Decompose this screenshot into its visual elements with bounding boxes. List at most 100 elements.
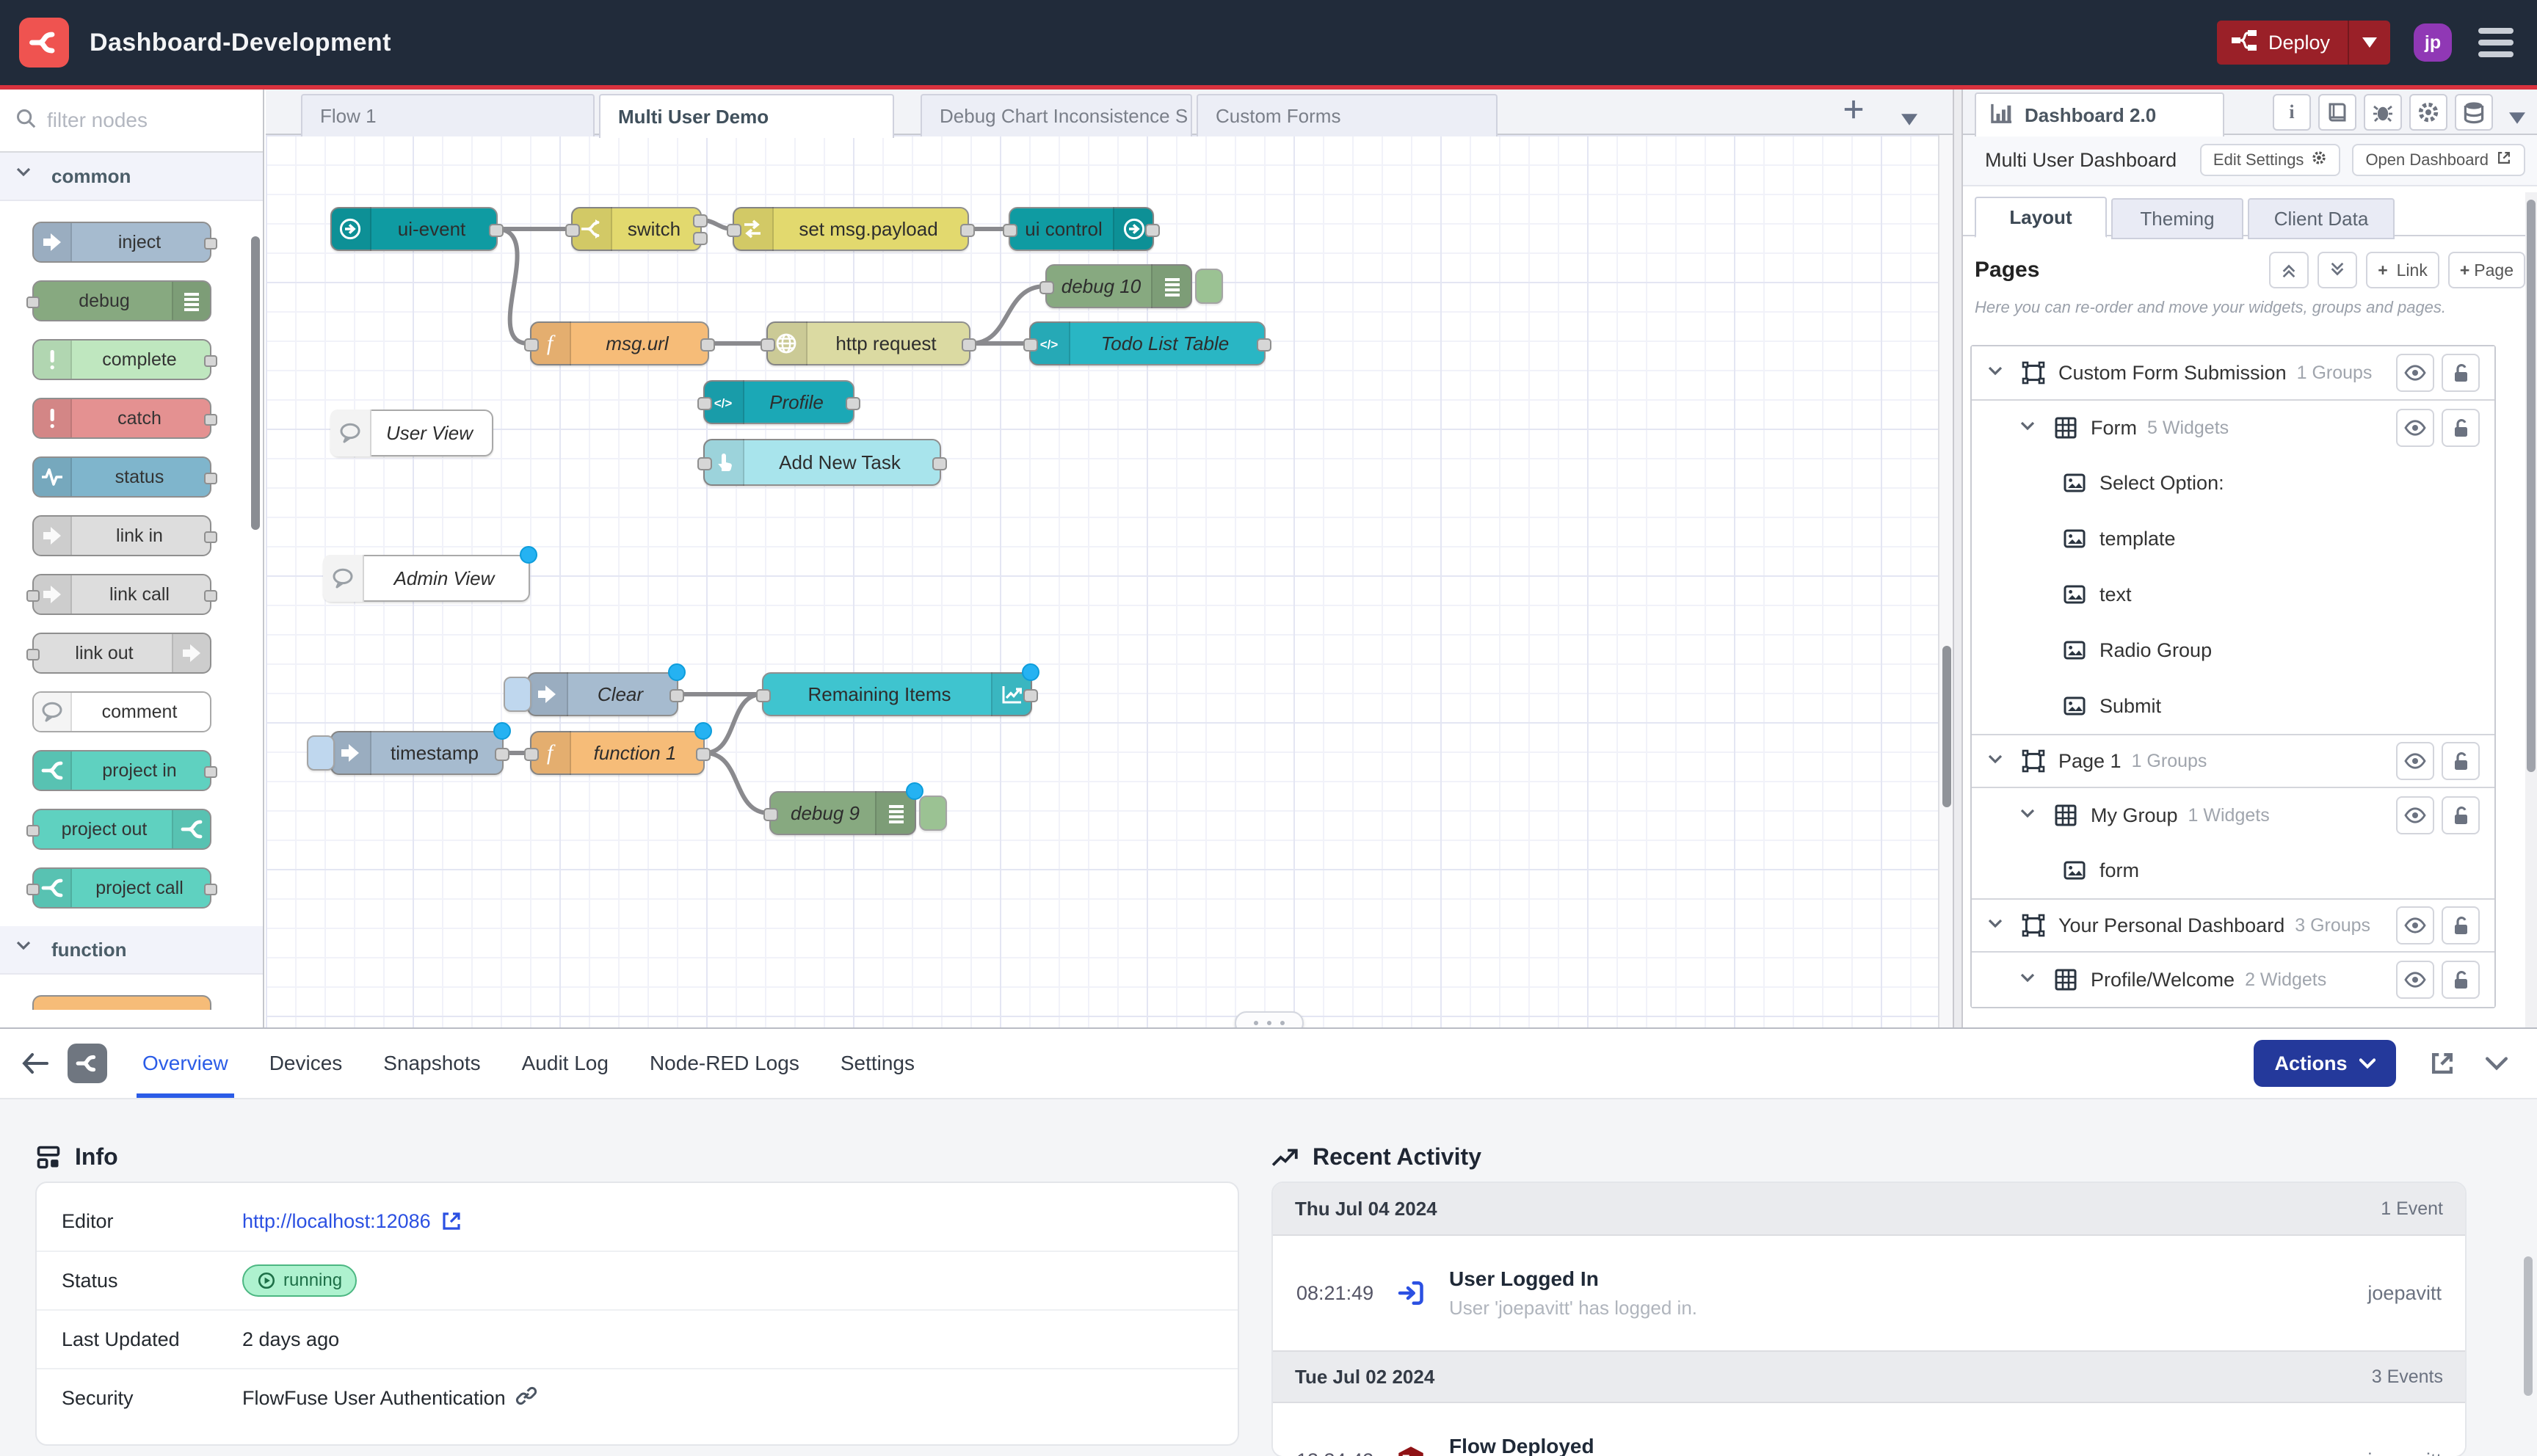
unlock-icon[interactable]	[2442, 354, 2480, 392]
palette-node-complete[interactable]: complete	[32, 339, 211, 380]
editor-link[interactable]: http://localhost:12086	[242, 1209, 463, 1233]
flow-tab-Flow-1[interactable]: Flow 1	[301, 94, 595, 136]
node-output-port[interactable]	[1023, 689, 1038, 702]
add-flow-button[interactable]	[1843, 98, 1865, 126]
gear-icon[interactable]	[2409, 94, 2447, 131]
open-editor-icon[interactable]	[2428, 1049, 2456, 1077]
node-output-port[interactable]	[693, 214, 708, 228]
flow-tab-Debug-Chart-Inconsistence-S[interactable]: Debug Chart Inconsistence S	[921, 94, 1192, 136]
sidebar-panel-caret[interactable]	[2509, 103, 2525, 130]
unlock-icon[interactable]	[2442, 796, 2480, 834]
edit-settings-button[interactable]: Edit Settings	[2200, 144, 2341, 176]
palette-node-inject[interactable]: inject	[32, 222, 211, 263]
main-menu-icon[interactable]	[2478, 28, 2514, 57]
node-input-port[interactable]	[26, 590, 40, 602]
tree-row-select-option-[interactable]: Select Option:	[1972, 455, 2494, 511]
flow-node-admin-view[interactable]: Admin View	[323, 555, 530, 602]
bottom-scrollbar[interactable]	[2524, 1256, 2533, 1396]
tab-audit-log[interactable]: Audit Log	[501, 1029, 629, 1098]
back-arrow-icon[interactable]	[21, 1050, 50, 1077]
flow-tab-Custom-Forms[interactable]: Custom Forms	[1197, 94, 1498, 136]
flow-node-todo-list-table[interactable]: </>Todo List Table	[1029, 321, 1266, 365]
node-input-port[interactable]	[26, 884, 40, 895]
palette-node-status[interactable]: status	[32, 456, 211, 498]
node-output-port[interactable]	[204, 766, 217, 778]
chevron-down-icon[interactable]	[2019, 804, 2042, 827]
node-output-port[interactable]	[700, 338, 715, 352]
tab-client-data[interactable]: Client Data	[2248, 198, 2395, 239]
node-input-port[interactable]	[524, 748, 539, 761]
tab-overview[interactable]: Overview	[122, 1029, 249, 1098]
tree-row-your-personal-dashboard[interactable]: Your Personal Dashboard3 Groups	[1972, 898, 2494, 951]
sidebar-scrollbar[interactable]	[2525, 192, 2537, 1027]
activity-event-row[interactable]: 13:34:42 Flow Deployed Deploy type 'full…	[1273, 1403, 2465, 1456]
flow-tab-Multi-User-Demo[interactable]: Multi User Demo	[599, 94, 894, 138]
debug-toggle-button[interactable]	[919, 796, 947, 831]
flow-node-timestamp[interactable]: timestamp	[330, 731, 504, 775]
flow-node-user-view[interactable]: User View	[330, 410, 493, 456]
node-output-port[interactable]	[204, 884, 217, 895]
tree-row-submit[interactable]: Submit	[1972, 678, 2494, 734]
node-output-port[interactable]	[693, 232, 708, 245]
node-input-port[interactable]	[1023, 338, 1038, 352]
node-output-port[interactable]	[204, 590, 217, 602]
tab-theming[interactable]: Theming	[2111, 198, 2243, 239]
flow-list-caret[interactable]	[1901, 104, 1917, 131]
flow-node-add-new-task[interactable]: Add New Task	[703, 439, 941, 486]
inject-button[interactable]	[307, 735, 335, 771]
tree-row-custom-form-submission[interactable]: Custom Form Submission1 Groups	[1972, 346, 2494, 399]
chevron-down-icon[interactable]	[1986, 361, 2010, 385]
tree-row-form[interactable]: Form5 Widgets	[1972, 399, 2494, 455]
info-icon[interactable]: i	[2273, 94, 2311, 131]
palette-node-project-out[interactable]: project out	[32, 809, 211, 850]
node-input-port[interactable]	[26, 296, 40, 308]
palette-node-debug[interactable]: debug	[32, 280, 211, 321]
node-input-port[interactable]	[763, 808, 778, 821]
flow-node-http-request[interactable]: http request	[766, 321, 970, 365]
tree-row-page-1[interactable]: Page 11 Groups	[1972, 734, 2494, 787]
palette-node-project-call[interactable]: project call	[32, 867, 211, 909]
add-link-button[interactable]: +Link	[2366, 252, 2439, 288]
node-output-port[interactable]	[495, 748, 509, 761]
tree-row-form[interactable]: form	[1972, 842, 2494, 898]
panel-resize-grip[interactable]	[1235, 1011, 1304, 1027]
tab-devices[interactable]: Devices	[249, 1029, 363, 1098]
tab-node-red-logs[interactable]: Node-RED Logs	[629, 1029, 820, 1098]
flow-node-debug-10[interactable]: debug 10	[1045, 264, 1192, 308]
node-input-port[interactable]	[565, 224, 580, 237]
palette-node-comment[interactable]: comment	[32, 691, 211, 732]
node-output-port[interactable]	[204, 355, 217, 367]
actions-button[interactable]: Actions	[2254, 1040, 2396, 1087]
tab-settings[interactable]: Settings	[820, 1029, 935, 1098]
unlock-icon[interactable]	[2442, 742, 2480, 780]
node-output-port[interactable]	[962, 338, 976, 352]
unlock-icon[interactable]	[2442, 961, 2480, 999]
node-input-port[interactable]	[1039, 281, 1054, 294]
unlock-icon[interactable]	[2442, 906, 2480, 944]
palette-node-link-in[interactable]: link in	[32, 515, 211, 556]
flow-node-function-1[interactable]: ffunction 1	[530, 731, 705, 775]
bug-icon[interactable]	[2364, 94, 2402, 131]
visibility-eye-icon[interactable]	[2396, 742, 2434, 780]
link-chain-icon[interactable]	[515, 1384, 538, 1413]
palette-node-link-call[interactable]: link call	[32, 574, 211, 615]
node-output-port[interactable]	[932, 457, 947, 470]
flow-node-msg-url[interactable]: fmsg.url	[530, 321, 709, 365]
visibility-eye-icon[interactable]	[2396, 961, 2434, 999]
user-avatar[interactable]: jp	[2414, 23, 2452, 62]
node-output-port[interactable]	[1145, 224, 1160, 237]
palette-scrollbar[interactable]	[251, 236, 260, 530]
chevron-down-icon[interactable]	[1986, 914, 2010, 937]
visibility-eye-icon[interactable]	[2396, 796, 2434, 834]
expand-all-button[interactable]	[2318, 252, 2357, 288]
add-page-button[interactable]: +Page	[2448, 252, 2525, 288]
tree-row-profile-welcome[interactable]: Profile/Welcome2 Widgets	[1972, 951, 2494, 1007]
activity-event-row[interactable]: 08:21:49 User Logged In User 'joepavitt'…	[1273, 1236, 2465, 1350]
node-input-port[interactable]	[524, 338, 539, 352]
tree-row-my-group[interactable]: My Group1 Widgets	[1972, 787, 2494, 842]
flow-node-profile[interactable]: </>Profile	[703, 380, 854, 424]
deploy-button[interactable]: Deploy	[2217, 21, 2390, 65]
palette-category-function[interactable]: function	[0, 926, 263, 975]
node-input-port[interactable]	[26, 649, 40, 660]
node-output-port[interactable]	[204, 238, 217, 250]
